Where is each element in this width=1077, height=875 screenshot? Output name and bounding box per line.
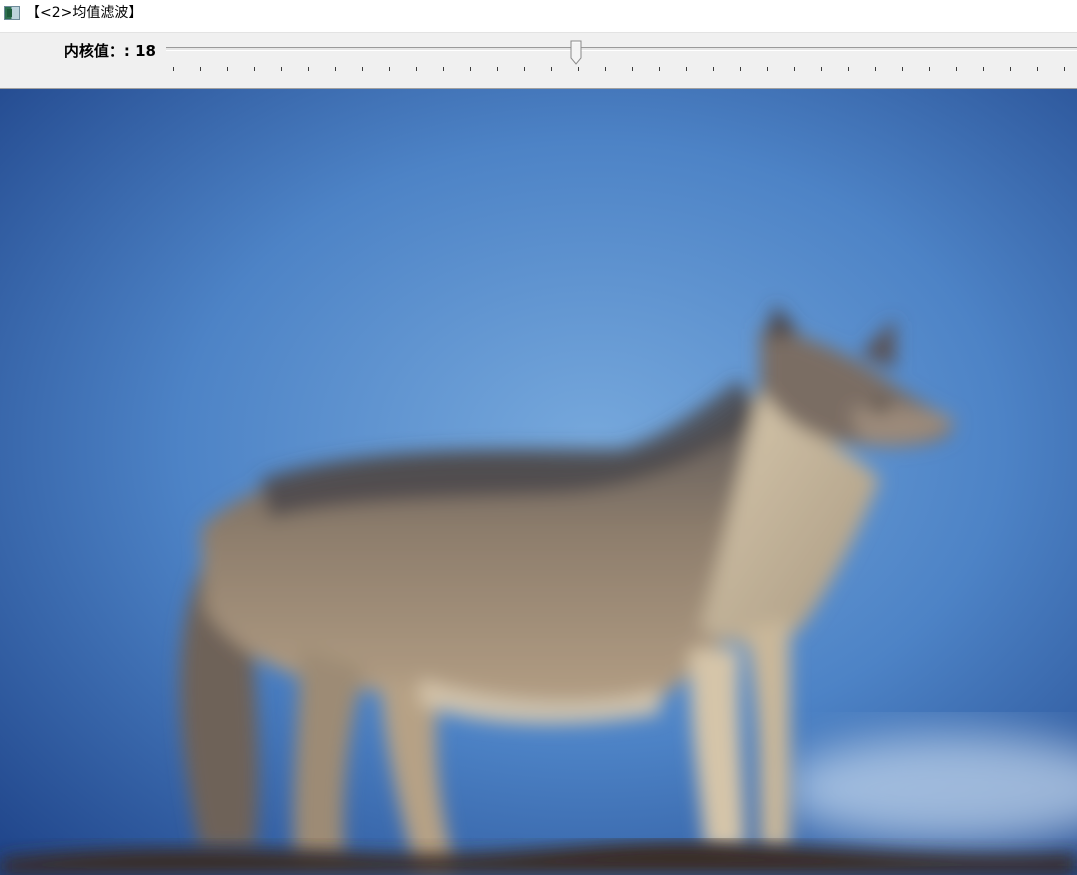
trackbar-tick xyxy=(173,67,174,71)
trackbar-tick xyxy=(956,67,957,71)
trackbar-tick xyxy=(686,67,687,71)
trackbar-tick xyxy=(1037,67,1038,71)
blurred-wolf-image xyxy=(0,89,1077,875)
trackbar-tick xyxy=(551,67,552,71)
trackbar-tick xyxy=(416,67,417,71)
trackbar-tick xyxy=(470,67,471,71)
trackbar-tick xyxy=(713,67,714,71)
trackbar-tick xyxy=(443,67,444,71)
trackbar-tick xyxy=(362,67,363,71)
trackbar-tick xyxy=(281,67,282,71)
trackbar-tick xyxy=(902,67,903,71)
trackbar-tick xyxy=(767,67,768,71)
trackbar-tick xyxy=(875,67,876,71)
trackbar-tick xyxy=(578,67,579,71)
trackbar-panel: 内核值：: 18 xyxy=(0,32,1077,89)
trackbar-tick xyxy=(1010,67,1011,71)
trackbar-ticks xyxy=(0,67,1077,75)
trackbar-tick xyxy=(794,67,795,71)
wolf-photo xyxy=(0,89,1077,875)
trackbar-tick xyxy=(308,67,309,71)
trackbar-thumb[interactable] xyxy=(570,40,582,66)
trackbar-tick xyxy=(848,67,849,71)
trackbar-tick xyxy=(200,67,201,71)
trackbar-tick xyxy=(227,67,228,71)
window-icon xyxy=(4,6,20,20)
window-title: 【<2>均值滤波】 xyxy=(26,5,143,21)
trackbar-tick xyxy=(983,67,984,71)
trackbar-tick xyxy=(254,67,255,71)
trackbar-tick xyxy=(335,67,336,71)
trackbar-tick xyxy=(1064,67,1065,71)
trackbar-tick xyxy=(740,67,741,71)
trackbar-tick xyxy=(605,67,606,71)
trackbar-tick xyxy=(821,67,822,71)
trackbar-tick xyxy=(497,67,498,71)
trackbar-track[interactable] xyxy=(166,47,1077,51)
trackbar-tick xyxy=(632,67,633,71)
trackbar-tick xyxy=(389,67,390,71)
trackbar-tick xyxy=(524,67,525,71)
trackbar-tick xyxy=(659,67,660,71)
opencv-window: 【<2>均值滤波】 内核值：: 18 xyxy=(0,0,1077,875)
trackbar-tick xyxy=(929,67,930,71)
title-bar: 【<2>均值滤波】 xyxy=(0,0,1077,28)
trackbar-label: 内核值：: 18 xyxy=(63,42,156,60)
